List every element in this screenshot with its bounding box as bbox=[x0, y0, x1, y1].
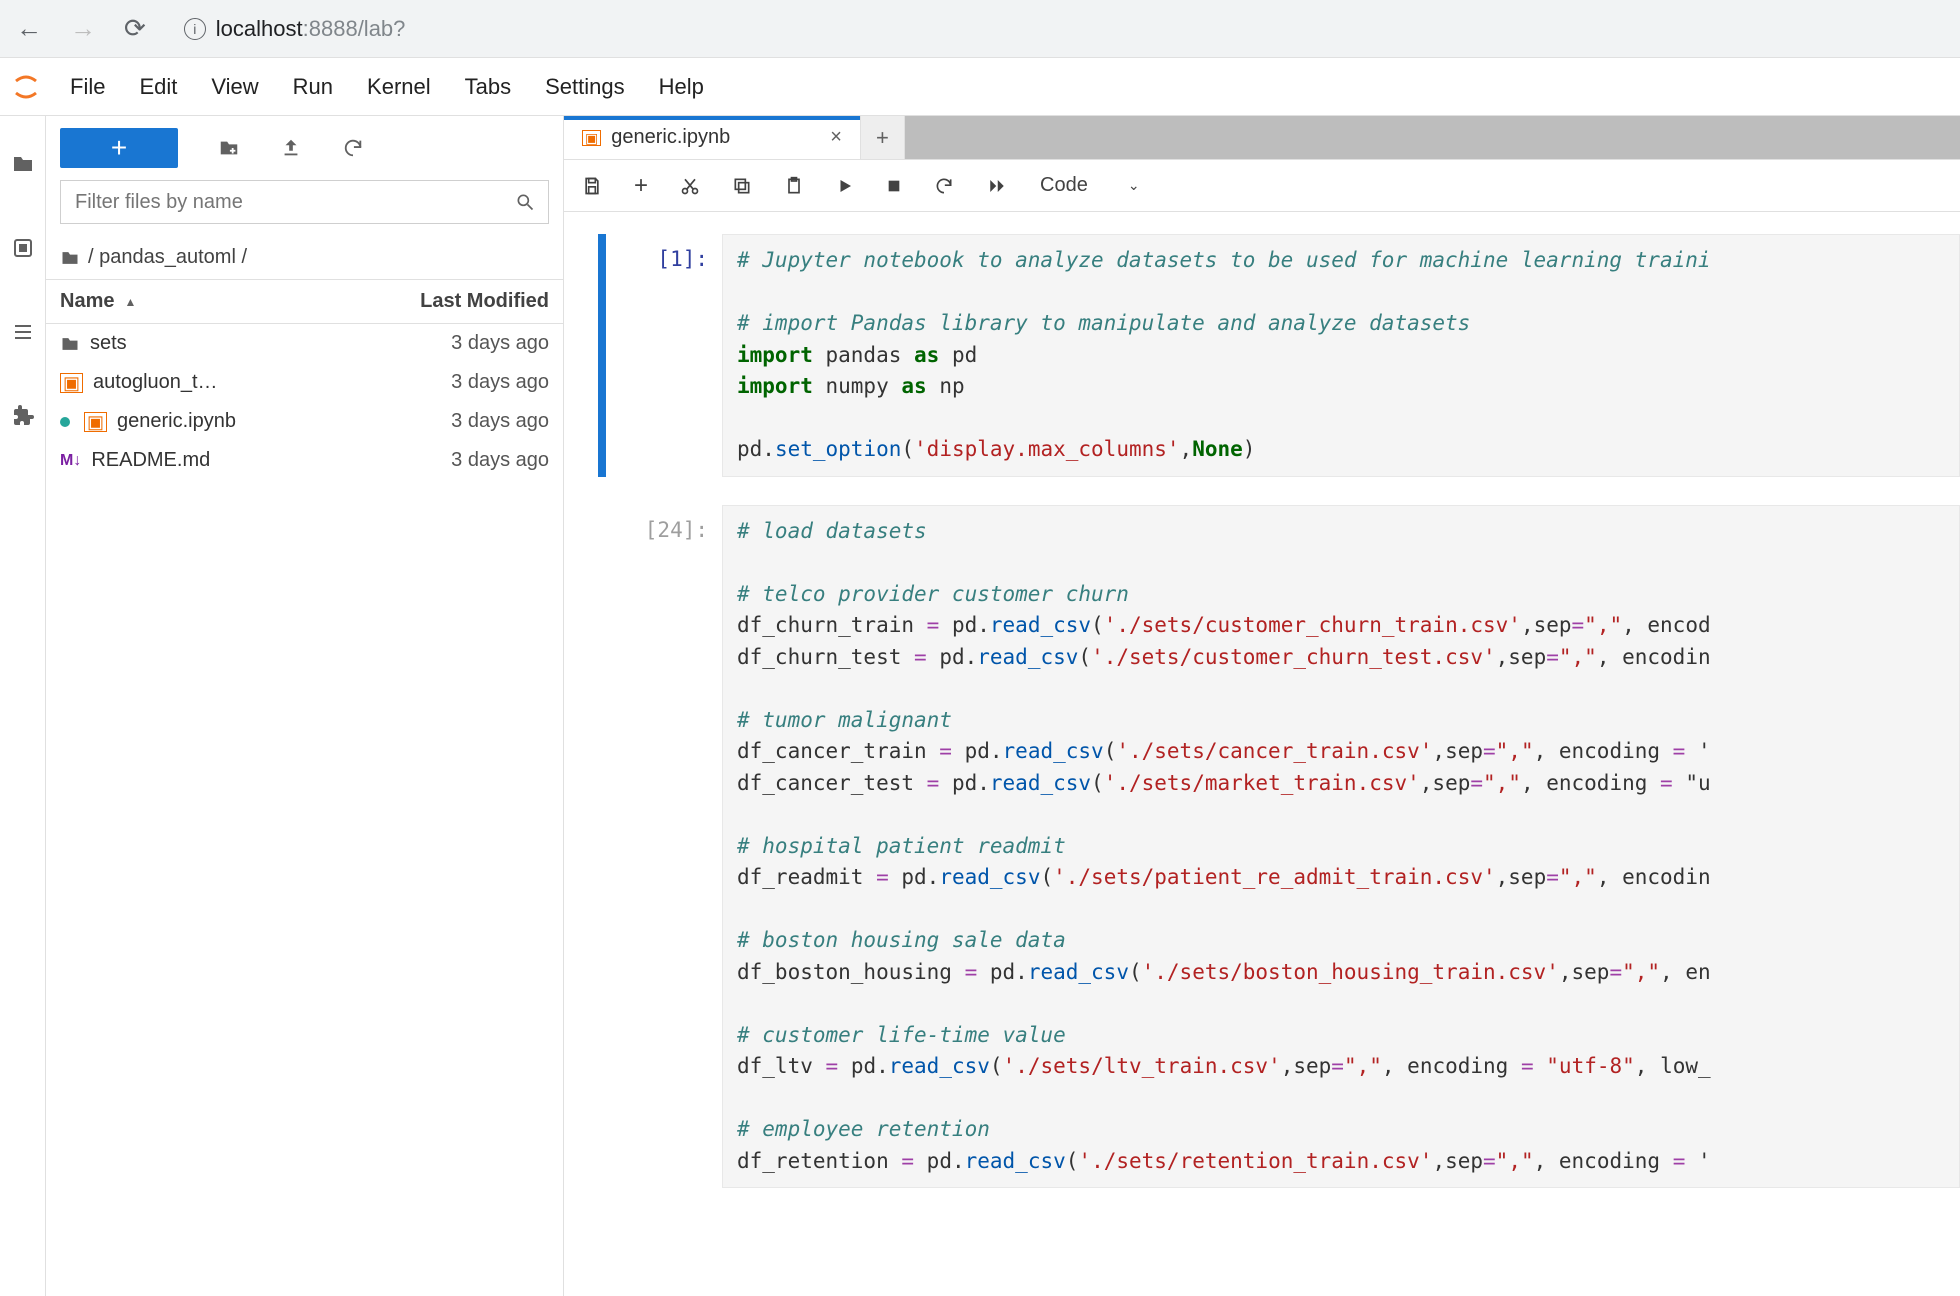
breadcrumb-path: / pandas_automl / bbox=[88, 246, 247, 269]
search-icon bbox=[515, 192, 535, 212]
tab-generic-ipynb[interactable]: ▣ generic.ipynb × bbox=[564, 116, 861, 159]
url-host: localhost bbox=[216, 16, 303, 41]
file-modified: 3 days ago bbox=[451, 371, 549, 394]
add-tab-button[interactable]: + bbox=[861, 116, 905, 159]
cell-select-bar bbox=[598, 234, 606, 477]
new-folder-icon[interactable] bbox=[218, 137, 240, 159]
notebook-cells[interactable]: [1]:# Jupyter notebook to analyze datase… bbox=[564, 212, 1960, 1296]
markdown-icon: M↓ bbox=[60, 452, 81, 470]
insert-cell-icon[interactable]: + bbox=[634, 172, 648, 200]
filter-files-input[interactable] bbox=[60, 180, 549, 224]
file-modified: 3 days ago bbox=[451, 332, 549, 355]
new-launcher-button[interactable]: + bbox=[60, 128, 178, 168]
code-cell[interactable]: [1]:# Jupyter notebook to analyze datase… bbox=[598, 234, 1960, 477]
paste-icon[interactable] bbox=[784, 176, 804, 196]
running-tab-icon[interactable] bbox=[11, 236, 35, 260]
file-name: sets bbox=[90, 332, 127, 355]
file-row[interactable]: ▣ autogluon_t… 3 days ago bbox=[46, 363, 563, 402]
menu-tabs[interactable]: Tabs bbox=[465, 74, 511, 100]
menu-help[interactable]: Help bbox=[659, 74, 704, 100]
tab-bar: ▣ generic.ipynb × + bbox=[564, 116, 1960, 160]
stop-icon[interactable] bbox=[886, 178, 902, 194]
file-name: README.md bbox=[91, 449, 210, 472]
col-modified-label: Last Modified bbox=[420, 290, 549, 313]
folder-icon bbox=[60, 334, 80, 354]
jupyter-menubar: File Edit View Run Kernel Tabs Settings Help bbox=[0, 58, 1960, 116]
sort-asc-icon: ▲ bbox=[124, 295, 136, 309]
file-row[interactable]: sets 3 days ago bbox=[46, 324, 563, 363]
save-icon[interactable] bbox=[582, 176, 602, 196]
file-browser: + / pandas_automl / Name▲ Last Modified … bbox=[46, 116, 564, 1296]
reload-button[interactable]: ⟳ bbox=[120, 9, 150, 48]
menu-kernel[interactable]: Kernel bbox=[367, 74, 431, 100]
folder-icon bbox=[60, 248, 80, 268]
notebook-toolbar: + Code ⌄ bbox=[564, 160, 1960, 212]
close-tab-icon[interactable]: × bbox=[740, 126, 842, 149]
folder-tab-icon[interactable] bbox=[11, 152, 35, 176]
menu-run[interactable]: Run bbox=[293, 74, 333, 100]
file-name: generic.ipynb bbox=[117, 410, 236, 433]
file-row[interactable]: M↓ README.md 3 days ago bbox=[46, 441, 563, 480]
chevron-down-icon: ⌄ bbox=[1128, 177, 1140, 194]
file-row[interactable]: ▣ generic.ipynb 3 days ago bbox=[46, 402, 563, 441]
file-modified: 3 days ago bbox=[451, 449, 549, 472]
activity-bar bbox=[0, 116, 46, 1296]
cell-prompt: [24]: bbox=[612, 505, 722, 1189]
extensions-tab-icon[interactable] bbox=[11, 404, 35, 428]
run-all-icon[interactable] bbox=[986, 177, 1008, 195]
file-modified: 3 days ago bbox=[451, 410, 549, 433]
address-bar[interactable]: i localhost:8888/lab? bbox=[170, 10, 420, 48]
menu-edit[interactable]: Edit bbox=[139, 74, 177, 100]
file-name: autogluon_t… bbox=[93, 371, 218, 394]
code-cell[interactable]: [24]:# load datasets # telco provider cu… bbox=[598, 505, 1960, 1189]
file-list-header[interactable]: Name ▲ Last Modified bbox=[46, 280, 563, 324]
notebook-icon: ▣ bbox=[582, 130, 601, 146]
cell-type-label: Code bbox=[1040, 174, 1088, 197]
info-icon: i bbox=[184, 18, 206, 40]
notebook-icon: ▣ bbox=[60, 373, 83, 393]
jupyter-logo-icon[interactable] bbox=[8, 69, 44, 105]
notebook-icon: ▣ bbox=[84, 412, 107, 432]
notebook-area: ▣ generic.ipynb × + + Code ⌄ [1]:# Jupyte… bbox=[564, 116, 1960, 1296]
run-icon[interactable] bbox=[836, 177, 854, 195]
col-name-label: Name bbox=[60, 290, 114, 313]
browser-toolbar: ← → ⟳ i localhost:8888/lab? bbox=[0, 0, 1960, 58]
menu-view[interactable]: View bbox=[211, 74, 258, 100]
forward-button[interactable]: → bbox=[66, 9, 100, 48]
breadcrumb[interactable]: / pandas_automl / bbox=[46, 236, 563, 280]
running-dot-icon bbox=[60, 417, 70, 427]
cell-type-select[interactable]: Code ⌄ bbox=[1040, 174, 1140, 197]
restart-icon[interactable] bbox=[934, 176, 954, 196]
cell-select-bar bbox=[598, 505, 606, 1189]
cell-prompt: [1]: bbox=[612, 234, 722, 477]
refresh-icon[interactable] bbox=[342, 137, 364, 159]
url-path: :8888/lab? bbox=[303, 16, 406, 41]
cell-input[interactable]: # Jupyter notebook to analyze datasets t… bbox=[722, 234, 1960, 477]
back-button[interactable]: ← bbox=[12, 9, 46, 48]
toc-tab-icon[interactable] bbox=[11, 320, 35, 344]
menu-file[interactable]: File bbox=[70, 74, 105, 100]
menu-settings[interactable]: Settings bbox=[545, 74, 625, 100]
copy-icon[interactable] bbox=[732, 176, 752, 196]
upload-icon[interactable] bbox=[280, 137, 302, 159]
tab-title: generic.ipynb bbox=[611, 126, 730, 149]
cell-input[interactable]: # load datasets # telco provider custome… bbox=[722, 505, 1960, 1189]
cut-icon[interactable] bbox=[680, 176, 700, 196]
